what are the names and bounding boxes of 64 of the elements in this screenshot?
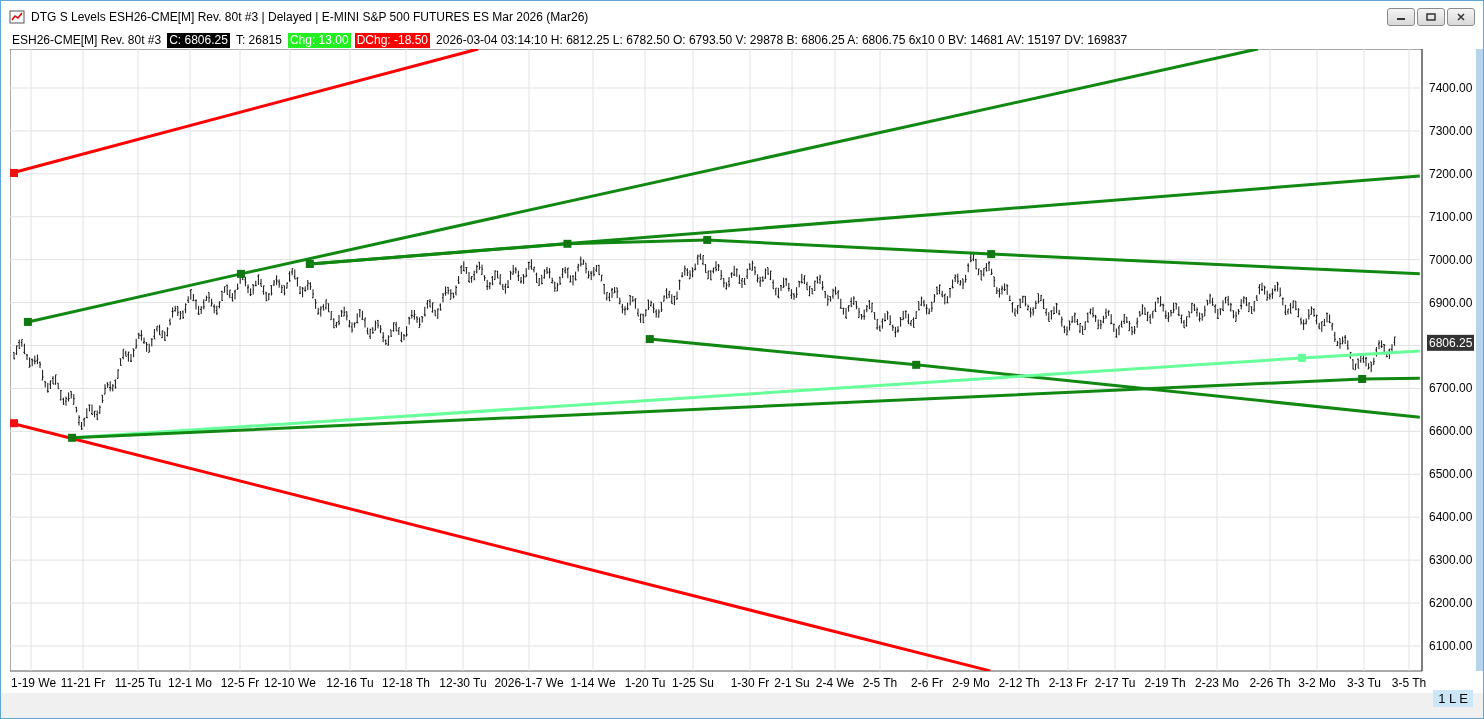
x-axis-label: 2-13 Fr <box>1048 676 1088 690</box>
trend-line[interactable] <box>645 335 1420 419</box>
y-axis-label: 6400.00 <box>1429 510 1473 525</box>
x-axis-label: 11-21 Fr <box>60 676 106 690</box>
x-axis-label: 2-17 Tu <box>1094 676 1136 690</box>
x-axis-label: 2-23 Mo <box>1195 676 1239 690</box>
y-axis-label: 6500.00 <box>1429 467 1473 482</box>
x-axis-label: 12-1 Mo <box>168 676 212 690</box>
y-axis-label: 6700.00 <box>1429 381 1473 396</box>
scrollbar[interactable] <box>1476 49 1483 671</box>
quote-field: C: 6806.25 <box>167 33 230 48</box>
x-axis-label: 1-14 We <box>570 676 616 690</box>
close-button[interactable] <box>1447 7 1475 26</box>
x-axis-label: 1-20 Tu <box>624 676 666 690</box>
y-axis-label: 6900.00 <box>1429 295 1473 310</box>
x-axis-label: 1-25 Su <box>672 676 714 690</box>
x-axis-label: 3-2 Mo <box>1298 676 1336 690</box>
y-axis-label: 7200.00 <box>1429 166 1473 181</box>
trend-line[interactable] <box>23 49 1259 326</box>
x-axis-label: 2-9 Mo <box>952 676 990 690</box>
quote-field: Chg: 13.00 <box>287 33 351 48</box>
x-axis-label: 12-18 Th <box>382 676 430 690</box>
quote-field: ESH26-CME[M] Rev. 80t #3 <box>10 33 164 48</box>
x-axis-label: 2-19 Th <box>1144 676 1186 690</box>
x-axis-label: 12-16 Tu <box>326 676 374 690</box>
x-axis-label: 2-5 Th <box>862 676 898 690</box>
x-axis-label: 2026-1-7 We <box>494 676 564 690</box>
trend-line[interactable] <box>68 375 1420 442</box>
last-price-label: 6806.25 <box>1427 334 1474 351</box>
trend-line[interactable] <box>10 419 991 671</box>
y-axis-label: 7000.00 <box>1429 252 1473 267</box>
y-axis-label: 6200.00 <box>1429 596 1473 611</box>
x-axis-label: 12-5 Fr <box>220 676 260 690</box>
trend-line[interactable] <box>305 174 1420 268</box>
quote-field: 2026-03-04 03:14:10 H: 6812.25 L: 6782.50 O: 6793.50 V: 29878 B: 6806.25 A: 6806.75 6x10 0 BV: 14681 AV: 15197 DV: 169837 <box>434 33 1130 48</box>
y-axis-label: 7100.00 <box>1429 209 1473 224</box>
quote-field: DChg: -18.50 <box>354 33 431 48</box>
quote-field: T: 26815 <box>233 33 284 48</box>
x-axis-label: 3-5 Th <box>1391 676 1427 690</box>
chart-icon <box>9 8 25 25</box>
maximize-button[interactable] <box>1417 7 1445 26</box>
y-axis-label: 7300.00 <box>1429 123 1473 138</box>
x-axis-label: 2-4 We <box>815 676 855 690</box>
x-axis-label: 1-19 We <box>11 676 57 690</box>
x-axis-label: 2-26 Th <box>1249 676 1291 690</box>
status-badge: 1 L E <box>1433 690 1473 707</box>
x-axis-label: 3-3 Tu <box>1347 676 1381 690</box>
window-title: DTG S Levels ESH26-CME[M] Rev. 80t #3 | Delayed | E-MINI S&P 500 FUTURES ES Mar 2026 (Mar26) <box>31 9 590 24</box>
y-axis-label: 7400.00 <box>1429 81 1473 95</box>
trend-line[interactable] <box>703 235 1420 276</box>
x-axis-label: 2-1 Su <box>774 676 810 690</box>
y-axis-label: 6100.00 <box>1429 638 1473 653</box>
x-axis-label: 12-30 Tu <box>439 676 487 690</box>
x-axis-label: 2-12 Th <box>998 676 1040 690</box>
x-axis-label: 11-25 Tu <box>114 676 162 690</box>
x-axis-label: 12-10 We <box>264 676 316 690</box>
maximize-icon <box>1426 12 1436 21</box>
minimize-button[interactable] <box>1387 7 1415 26</box>
x-axis-label: 1-30 Fr <box>730 676 770 690</box>
close-icon <box>1456 12 1466 21</box>
y-axis-label: 6300.00 <box>1429 553 1473 568</box>
x-axis-label: 2-6 Fr <box>911 676 943 690</box>
trend-line[interactable] <box>10 49 479 177</box>
y-axis-label: 6600.00 <box>1429 424 1473 439</box>
